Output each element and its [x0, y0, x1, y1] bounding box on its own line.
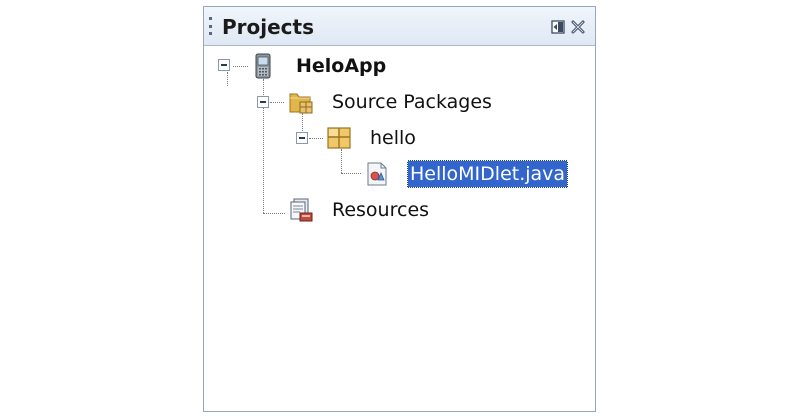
tree-item-hellomidlet-java[interactable]: HelloMIDlet.java — [407, 160, 569, 188]
midlet-file-icon — [364, 161, 390, 187]
project-tree: HeloApp Source Packages hello HelloMIDle… — [204, 47, 595, 411]
collapse-toggle-hello[interactable] — [296, 132, 308, 144]
resources-icon — [288, 197, 314, 223]
panel-title: Projects — [222, 15, 315, 39]
close-icon[interactable] — [569, 18, 587, 36]
package-icon — [326, 125, 352, 151]
projects-panel: Projects HeloApp Source Packages hello H… — [203, 6, 596, 412]
collapse-toggle-heloapp[interactable] — [218, 59, 230, 71]
minimize-window-icon[interactable] — [549, 18, 567, 36]
drag-grip-icon[interactable] — [209, 17, 213, 35]
tree-item-heloapp[interactable]: HeloApp — [294, 53, 388, 79]
tree-connector — [341, 173, 361, 174]
tree-connector — [233, 66, 248, 67]
collapse-toggle-source-packages[interactable] — [257, 96, 269, 108]
tree-connector — [341, 149, 342, 173]
tree-item-hello[interactable]: hello — [368, 125, 418, 151]
tree-connector — [263, 213, 285, 214]
mobile-phone-project-icon — [250, 53, 276, 79]
tree-connector — [270, 102, 284, 103]
tree-connector — [227, 72, 228, 86]
panel-title-bar[interactable]: Projects — [204, 7, 595, 46]
tree-item-source-packages[interactable]: Source Packages — [330, 89, 494, 115]
source-packages-folder-icon — [288, 89, 314, 115]
tree-item-resources[interactable]: Resources — [330, 197, 431, 223]
tree-connector — [309, 138, 323, 139]
